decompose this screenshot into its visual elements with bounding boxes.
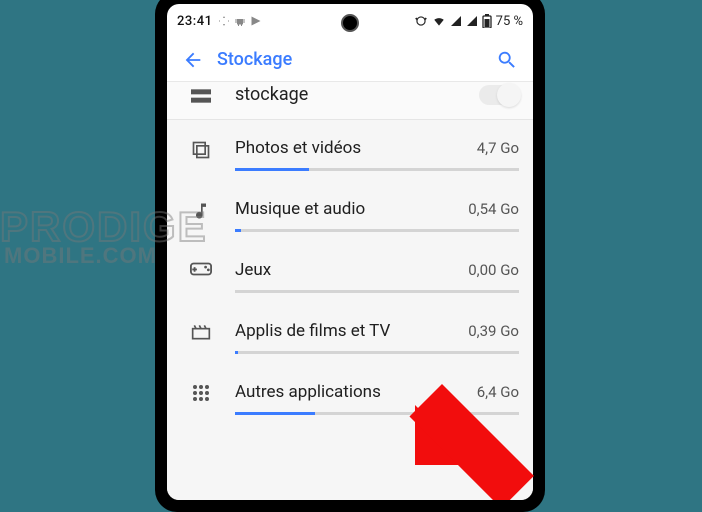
- category-label: Jeux: [235, 260, 271, 280]
- storage-category-list[interactable]: stockage Photos et vidéos 4,7 Go: [167, 82, 533, 500]
- usage-bar: [235, 168, 519, 171]
- music-icon: [181, 199, 221, 221]
- signal-icon-2: [466, 15, 478, 27]
- camera-punch-hole: [341, 14, 359, 32]
- games-icon: [181, 260, 221, 276]
- search-icon: [496, 49, 518, 71]
- usage-bar-fill: [235, 168, 309, 171]
- storage-row-other-apps[interactable]: Autres applications 6,4 Go: [167, 364, 533, 425]
- search-button[interactable]: [487, 49, 527, 71]
- storage-row-label: stockage: [221, 84, 308, 105]
- status-notification-icons: [218, 15, 262, 27]
- category-size: 0,39 Go: [468, 322, 519, 340]
- usage-bar: [235, 351, 519, 354]
- page-title: Stockage: [213, 49, 487, 70]
- category-size: 4,7 Go: [477, 139, 519, 157]
- storage-row-photos[interactable]: Photos et vidéos 4,7 Go: [167, 120, 533, 181]
- category-label: Applis de films et TV: [235, 321, 390, 341]
- storage-row-partial[interactable]: stockage: [167, 82, 533, 120]
- category-size: 0,54 Go: [468, 200, 519, 218]
- storage-row-music[interactable]: Musique et audio 0,54 Go: [167, 181, 533, 242]
- usage-bar-fill: [235, 351, 238, 354]
- category-label: Photos et vidéos: [235, 138, 361, 158]
- category-label: Musique et audio: [235, 199, 365, 219]
- photos-icon: [181, 138, 221, 160]
- category-label: Autres applications: [235, 382, 381, 402]
- alarm-icon: [414, 14, 428, 28]
- signal-icon-1: [450, 15, 462, 27]
- arrow-back-icon: [182, 49, 204, 71]
- status-time: 23:41: [177, 14, 212, 29]
- wifi-icon: [432, 14, 446, 28]
- android-debug-icon: [234, 15, 246, 27]
- app-bar: Stockage: [167, 38, 533, 82]
- category-size: 6,4 Go: [477, 383, 519, 401]
- back-button[interactable]: [173, 49, 213, 71]
- vpn-key-icon: [218, 15, 230, 27]
- storage-row-games[interactable]: Jeux 0,00 Go: [167, 242, 533, 303]
- storage-row-movies-tv[interactable]: Applis de films et TV 0,39 Go: [167, 303, 533, 364]
- usage-bar: [235, 229, 519, 232]
- storage-icon: [181, 87, 221, 103]
- usage-bar-fill: [235, 229, 241, 232]
- phone-frame: 23:41 75 %: [155, 0, 545, 512]
- phone-screen: 23:41 75 %: [167, 4, 533, 500]
- usage-bar: [235, 290, 519, 293]
- usage-bar-fill: [235, 412, 315, 415]
- toggle-switch[interactable]: [479, 85, 519, 105]
- play-store-icon: [250, 15, 262, 27]
- apps-grid-icon: [181, 382, 221, 402]
- battery-percent: 75 %: [496, 14, 523, 29]
- battery-icon: [482, 14, 492, 28]
- movie-icon: [181, 321, 221, 341]
- category-size: 0,00 Go: [468, 261, 519, 279]
- usage-bar: [235, 412, 519, 415]
